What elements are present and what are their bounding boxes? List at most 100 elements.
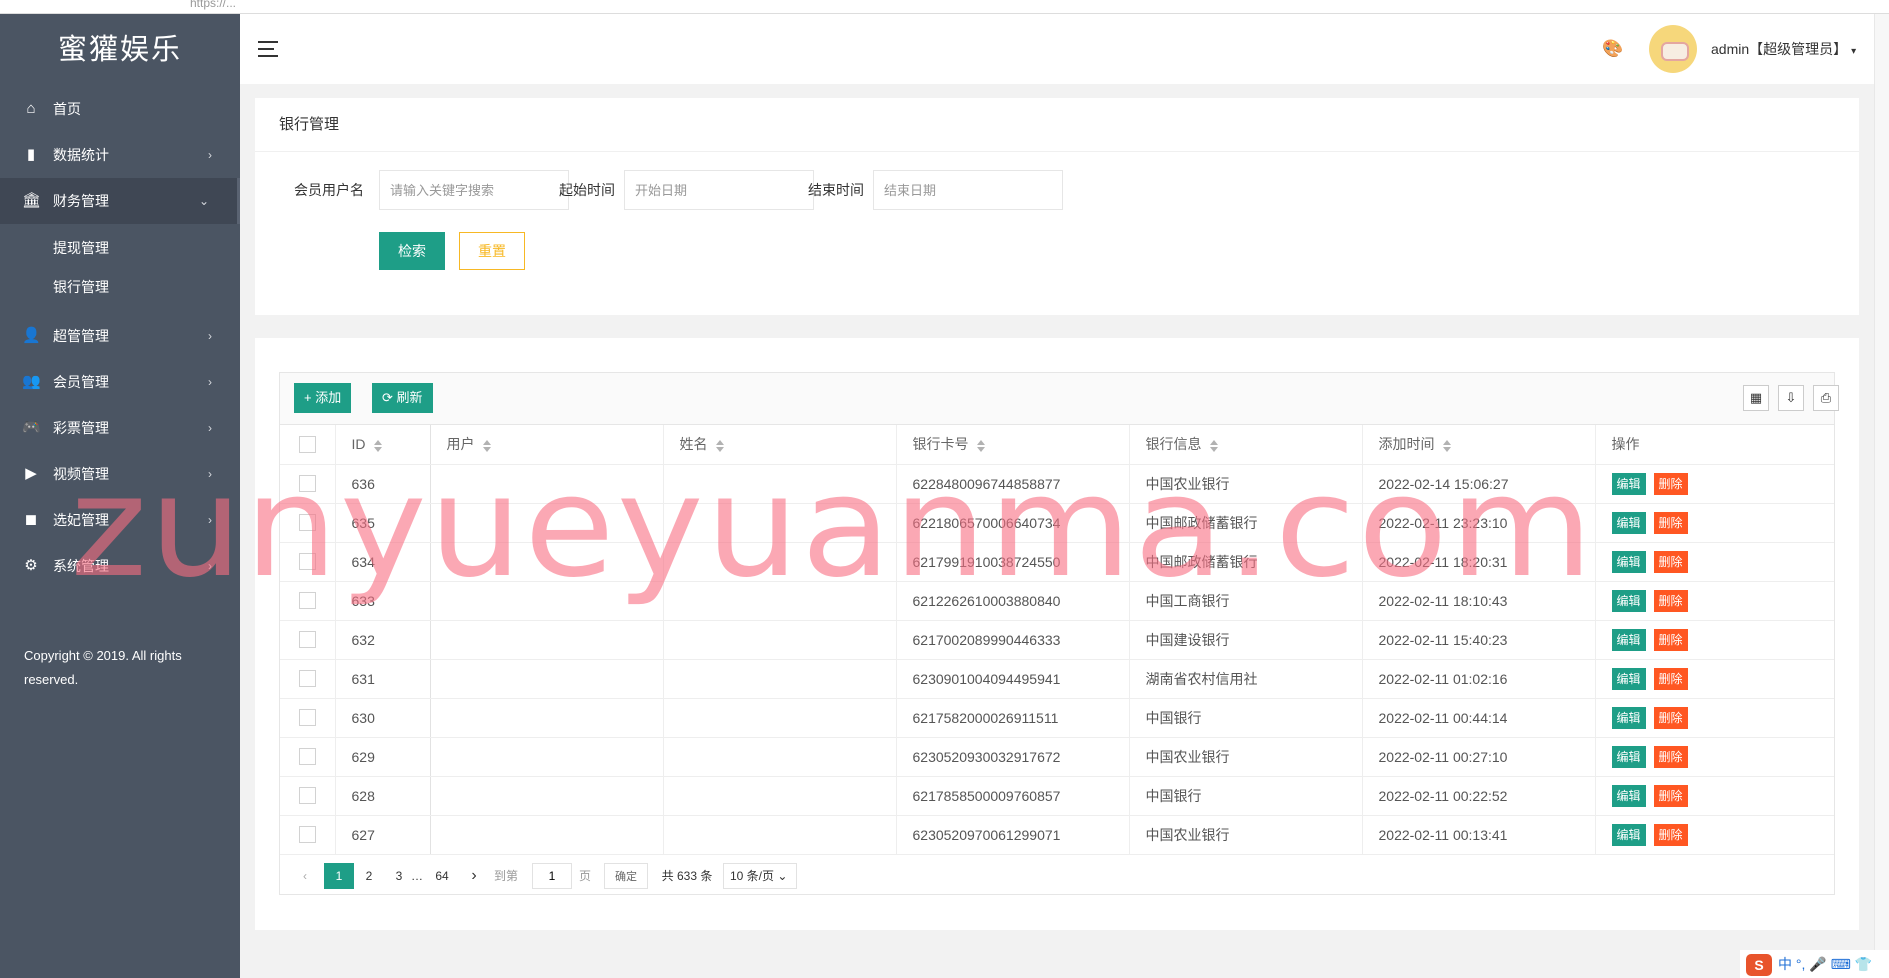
sidebar-item-users[interactable]: 👥 会员管理 › — [0, 359, 240, 405]
sidebar-item-gear[interactable]: ⚙ 系统管理 › — [0, 543, 240, 589]
prev-page-icon[interactable]: ‹ — [294, 863, 316, 889]
page-size-value: 10 条/页 — [730, 869, 775, 883]
select-all-checkbox[interactable] — [298, 436, 316, 454]
gamepad-icon: 🎮 — [22, 419, 41, 436]
end-date-input[interactable] — [873, 170, 1063, 210]
edit-button[interactable]: 编辑 — [1611, 472, 1646, 495]
cell-name — [663, 620, 897, 660]
delete-button[interactable]: 删除 — [1653, 823, 1688, 846]
goto-confirm-button[interactable]: 确定 — [604, 863, 648, 889]
page-2[interactable]: 2 — [358, 863, 380, 889]
sidebar-item-label: 视频管理 — [53, 466, 109, 482]
columns-filter-icon[interactable]: ▦ — [1743, 385, 1769, 411]
edit-button[interactable]: 编辑 — [1611, 667, 1646, 690]
column-header-user[interactable]: 用户 — [430, 425, 664, 465]
delete-button[interactable]: 删除 — [1653, 706, 1688, 729]
menu-toggle-icon[interactable] — [258, 41, 278, 57]
sort-icon[interactable] — [1442, 439, 1451, 452]
sidebar-item-gamepad[interactable]: 🎮 彩票管理 › — [0, 405, 240, 451]
cell-user — [430, 659, 664, 699]
export-icon[interactable]: ⇩ — [1778, 385, 1804, 411]
table-row: 633 6212262610003880840 中国工商银行 2022-02-11 1… — [280, 581, 1834, 621]
edit-button[interactable]: 编辑 — [1611, 784, 1646, 807]
edit-button[interactable]: 编辑 — [1611, 823, 1646, 846]
page-last[interactable]: 64 — [430, 863, 454, 889]
submenu-item[interactable]: 提现管理 — [0, 229, 240, 268]
delete-button[interactable]: 删除 — [1653, 667, 1688, 690]
row-checkbox[interactable] — [298, 553, 316, 571]
submenu-item[interactable]: 银行管理 — [0, 268, 240, 307]
sort-icon[interactable] — [482, 439, 491, 452]
edit-button[interactable]: 编辑 — [1611, 589, 1646, 612]
edit-button[interactable]: 编辑 — [1611, 511, 1646, 534]
next-page-icon[interactable]: › — [463, 863, 485, 889]
delete-button[interactable]: 删除 — [1653, 628, 1688, 651]
sidebar-item-bank[interactable]: 🏛 财务管理 ⌄ — [0, 178, 240, 224]
delete-button[interactable]: 删除 — [1653, 784, 1688, 807]
row-checkbox[interactable] — [298, 826, 316, 844]
column-header-time[interactable]: 添加时间 — [1362, 425, 1596, 465]
caret-down-icon: ▾ — [1851, 46, 1857, 57]
user-menu[interactable]: admin【超级管理员】 ▾ — [1711, 14, 1856, 87]
chevron-right-icon: › — [208, 513, 212, 527]
print-icon[interactable]: ⎙ — [1813, 385, 1839, 411]
delete-button[interactable]: 删除 — [1653, 511, 1688, 534]
chevron-right-icon: › — [208, 467, 212, 481]
sort-icon[interactable] — [976, 439, 985, 452]
delete-button[interactable]: 删除 — [1653, 745, 1688, 768]
sidebar-item-label: 系统管理 — [53, 558, 109, 574]
delete-button[interactable]: 删除 — [1653, 550, 1688, 573]
reset-button[interactable]: 重置 — [459, 232, 525, 270]
search-button[interactable]: 检索 — [379, 232, 445, 270]
edit-button[interactable]: 编辑 — [1611, 745, 1646, 768]
avatar[interactable] — [1649, 25, 1697, 73]
cell-time: 2022-02-11 00:44:14 — [1362, 698, 1596, 738]
page-unit-label: 页 — [578, 869, 591, 883]
column-label: 添加时间 — [1378, 436, 1435, 453]
row-checkbox[interactable] — [298, 592, 316, 610]
app-logo: 蜜獾娱乐 — [57, 34, 182, 66]
refresh-button[interactable]: ⟳ 刷新 — [372, 383, 433, 413]
ime-toolbar[interactable]: S 中 °, 🎤 ⌨ 👕 — [1740, 950, 1889, 978]
chevron-down-icon: ⌄ — [198, 194, 209, 208]
sidebar-item-user[interactable]: 👤 超管管理 › — [0, 313, 240, 359]
row-checkbox[interactable] — [298, 514, 316, 532]
edit-button[interactable]: 编辑 — [1611, 628, 1646, 651]
edit-button[interactable]: 编辑 — [1611, 706, 1646, 729]
sidebar-item-home[interactable]: ⌂ 首页 — [0, 86, 240, 132]
column-header-name[interactable]: 姓名 — [663, 425, 897, 465]
column-header-card[interactable]: 银行卡号 — [896, 425, 1130, 465]
users-icon: 👥 — [22, 373, 41, 390]
row-checkbox[interactable] — [298, 787, 316, 805]
cell-time: 2022-02-14 15:06:27 — [1362, 464, 1596, 504]
sidebar-item-video[interactable]: ▶ 视频管理 › — [0, 451, 240, 497]
page-1[interactable]: 1 — [324, 863, 354, 889]
add-button[interactable]: + 添加 — [294, 383, 352, 413]
sidebar-item-bar-chart[interactable]: ▮ 数据统计 › — [0, 132, 240, 178]
row-checkbox[interactable] — [298, 670, 316, 688]
palette-icon[interactable]: 🎨 — [1602, 39, 1623, 59]
column-header-id[interactable]: ID — [335, 425, 431, 465]
sort-icon[interactable] — [1209, 439, 1218, 452]
column-header-bank[interactable]: 银行信息 — [1129, 425, 1363, 465]
delete-button[interactable]: 删除 — [1653, 589, 1688, 612]
username-input[interactable] — [379, 170, 569, 210]
sort-icon[interactable] — [373, 439, 382, 452]
end-date-label: 结束时间 — [808, 182, 864, 198]
goto-page-input[interactable] — [532, 863, 572, 889]
page-size-select[interactable]: 10 条/页 ⌄ — [723, 863, 797, 889]
delete-button[interactable]: 删除 — [1653, 472, 1688, 495]
sort-icon[interactable] — [715, 439, 724, 452]
edit-button[interactable]: 编辑 — [1611, 550, 1646, 573]
row-checkbox[interactable] — [298, 631, 316, 649]
row-checkbox[interactable] — [298, 709, 316, 727]
vertical-scrollbar[interactable] — [1874, 14, 1889, 978]
address-bar[interactable]: https://... — [190, 0, 236, 10]
row-checkbox[interactable] — [298, 475, 316, 493]
search-card: 银行管理 会员用户名 起始时间 结束时间 检索 重置 — [255, 98, 1859, 315]
table-header-row: ID 用户 姓名 银行卡号 银行信息 添加时间 操作 — [280, 425, 1834, 465]
start-date-input[interactable] — [624, 170, 814, 210]
page-3[interactable]: 3 — [388, 863, 410, 889]
row-checkbox[interactable] — [298, 748, 316, 766]
sidebar-item-camera[interactable]: ◼ 选妃管理 › — [0, 497, 240, 543]
